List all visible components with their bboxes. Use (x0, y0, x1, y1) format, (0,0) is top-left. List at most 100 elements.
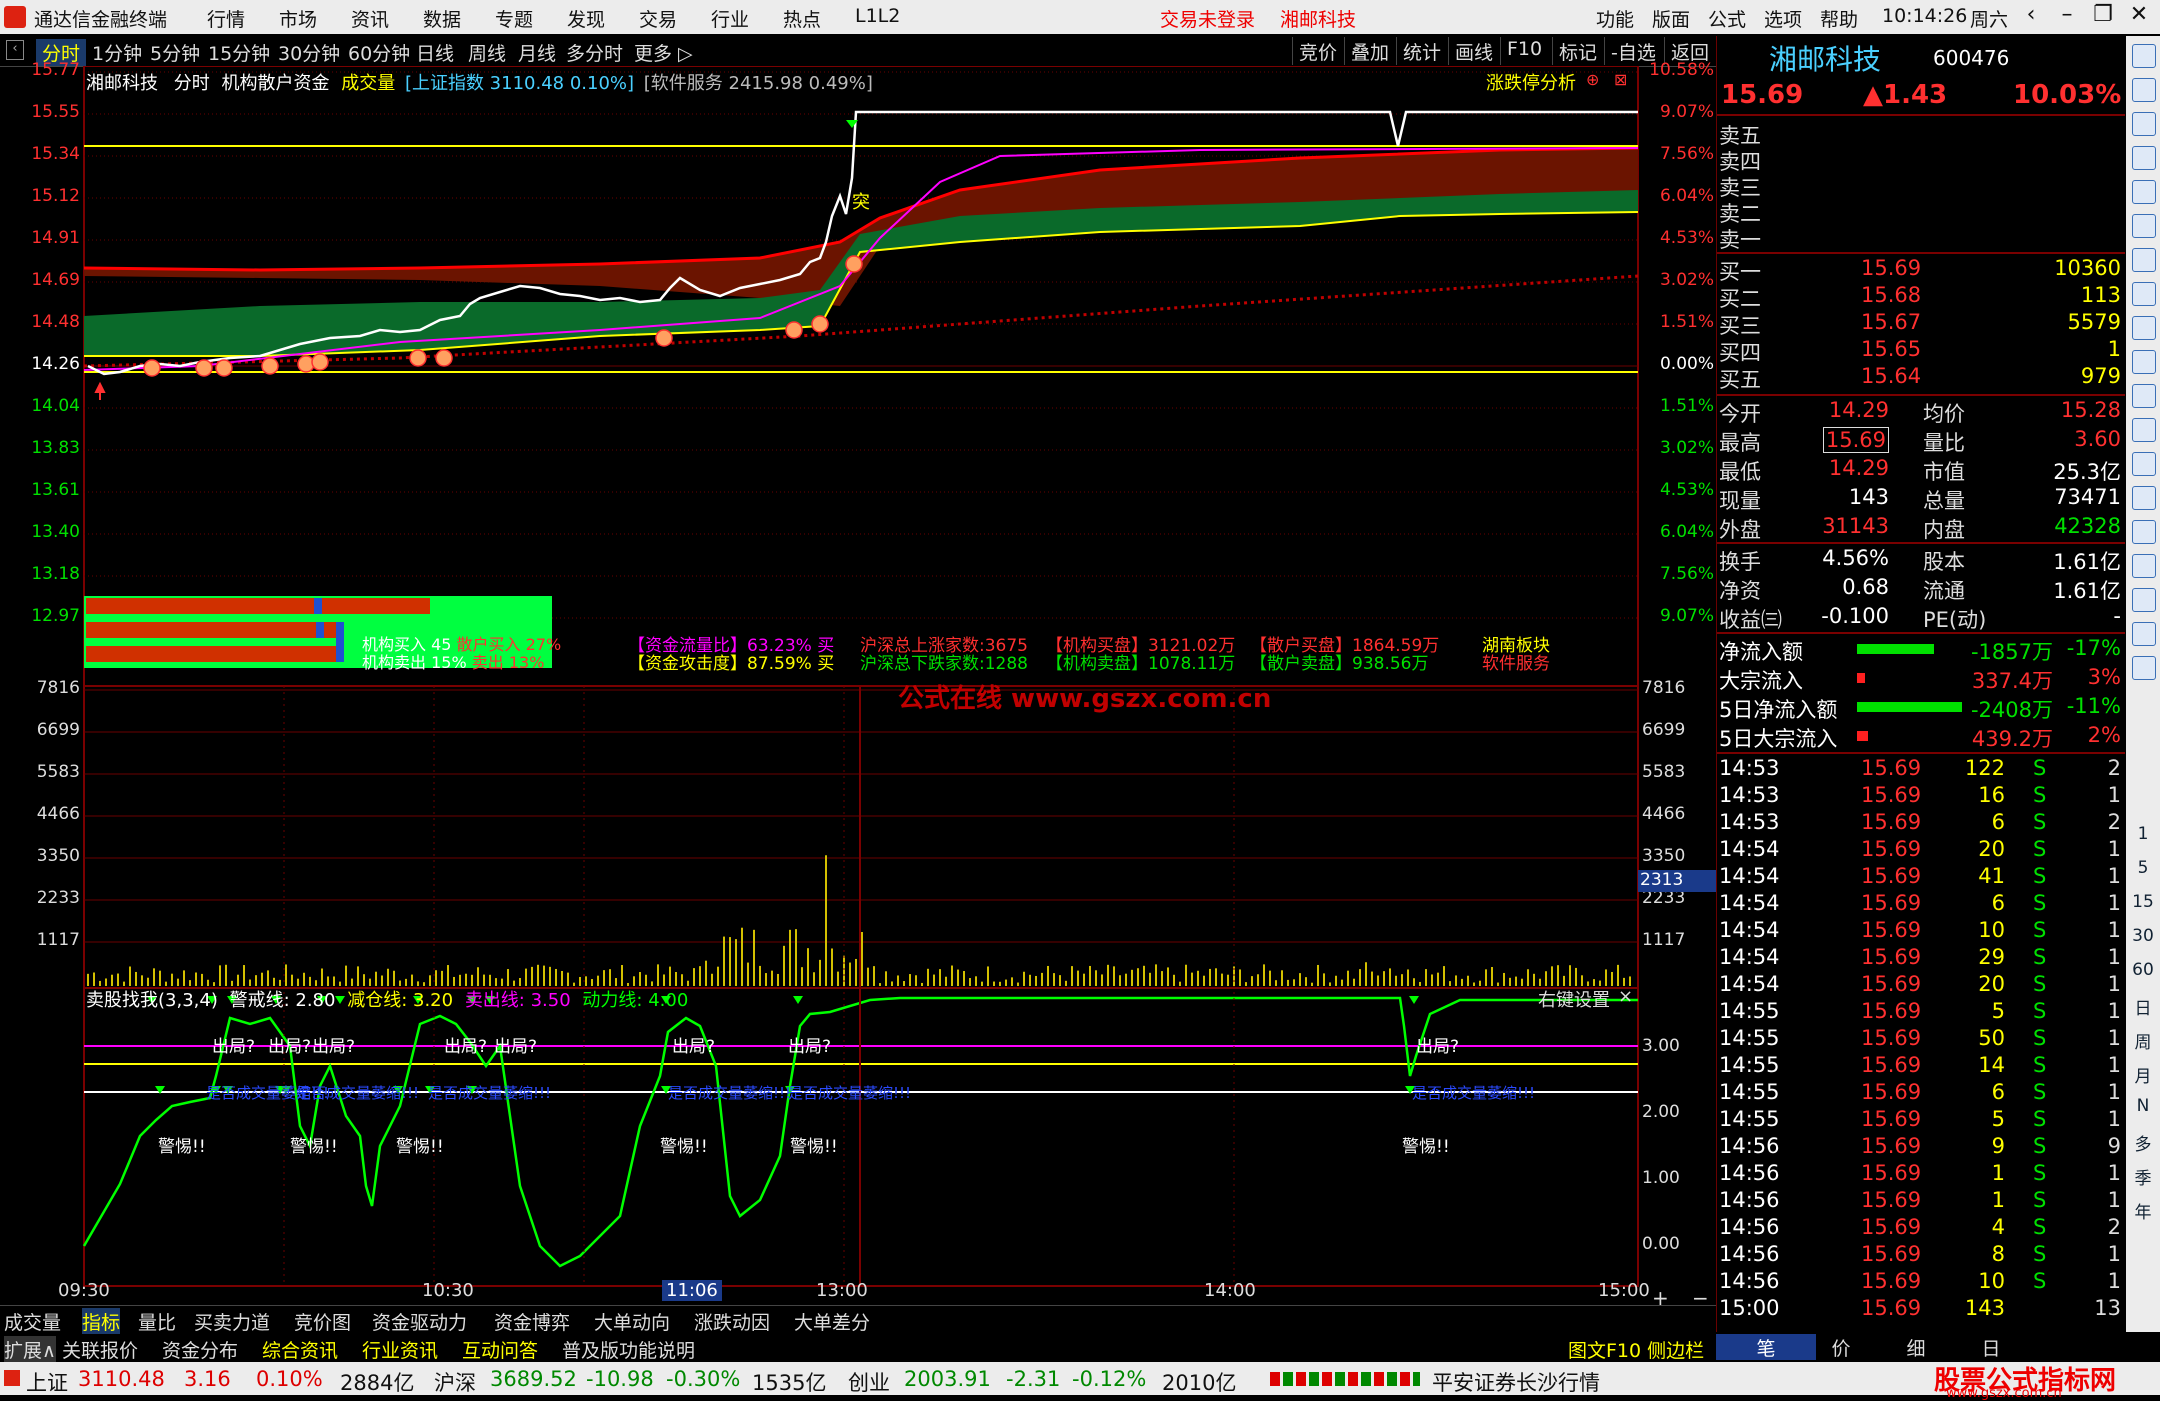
menu-item[interactable]: 版面 (1652, 5, 1690, 32)
sidebar-period[interactable]: 周 (2126, 1028, 2160, 1053)
indicator-tab[interactable]: 买卖力道 (194, 1308, 270, 1335)
buy-level[interactable]: 买二 15.68 113 (1717, 283, 2125, 311)
toolbar-button[interactable]: 统计 (1396, 37, 1447, 65)
buy-level[interactable]: 买四 15.65 1 (1717, 337, 2125, 365)
more-periods-button[interactable]: 更多 ▷ (634, 39, 693, 66)
f12-icon[interactable] (2132, 418, 2156, 442)
minimize-icon[interactable]: – (2048, 2, 2086, 32)
period-tab[interactable]: 月线 (518, 39, 556, 66)
indicator-name[interactable]: 卖股找我(3,3,4) (86, 990, 218, 1011)
sell-level[interactable]: 卖五 (1717, 120, 2125, 148)
detail-tab[interactable]: 笔 (1716, 1334, 1816, 1360)
toolbar-button[interactable]: 竞价 (1292, 37, 1343, 65)
sidebar-period[interactable]: 月 (2126, 1062, 2160, 1087)
sector-quote[interactable]: [软件服务 2415.98 0.49%] (644, 73, 873, 94)
f10-icon[interactable] (2132, 316, 2156, 340)
toolbar-button[interactable]: 画线 (1448, 37, 1499, 65)
sell-level[interactable]: 卖三 (1717, 172, 2125, 200)
buy-level[interactable]: 买三 15.67 5579 (1717, 310, 2125, 338)
chart-small-icon[interactable] (2132, 656, 2156, 680)
menu-item[interactable]: 选项 (1764, 5, 1802, 32)
info-tab[interactable]: 资金分布 (162, 1336, 238, 1363)
sidebar-period[interactable]: N (2126, 1096, 2160, 1116)
close-icon[interactable]: ✕ (2120, 2, 2158, 32)
period-tab[interactable]: 日线 (416, 39, 454, 66)
sh-label[interactable]: 上证 (26, 1367, 68, 1397)
right-click-settings[interactable]: 右键设置 (1538, 986, 1610, 1012)
limit-analysis-button[interactable]: 涨跌停分析 (1486, 69, 1576, 95)
indicator-tab[interactable]: 大单差分 (794, 1308, 870, 1335)
sidebar-period[interactable]: 1 (2126, 824, 2160, 844)
sidebar-period[interactable]: 60 (2126, 960, 2160, 980)
pen-icon[interactable] (2132, 588, 2156, 612)
bar-icon[interactable] (2132, 520, 2156, 544)
period-tab[interactable]: 30分钟 (278, 39, 340, 66)
period-tab[interactable]: 5分钟 (150, 39, 200, 66)
buy-level[interactable]: 买五 15.64 979 (1717, 364, 2125, 392)
candle-icon[interactable] (2132, 248, 2156, 272)
indicator-tab[interactable]: 竞价图 (294, 1308, 351, 1335)
period-tab[interactable]: 多分时 (566, 39, 623, 66)
percent-icon[interactable] (2132, 554, 2156, 578)
sell-level[interactable]: 卖一 (1717, 224, 2125, 252)
toolbar-button[interactable]: 叠加 (1344, 37, 1395, 65)
f10-sidebar-toggle[interactable]: 图文F10 侧边栏 《 (1568, 1336, 1729, 1363)
list-icon[interactable] (2132, 146, 2156, 170)
down-arrow-icon[interactable] (2132, 112, 2156, 136)
menu-item[interactable]: 功能 (1596, 5, 1634, 32)
toolbar-button[interactable]: 标记 (1552, 37, 1603, 65)
buy-level[interactable]: 买一 15.69 10360 (1717, 256, 2125, 284)
indicator-tab[interactable]: 成交量 (4, 1308, 61, 1335)
back-icon[interactable]: ‹ (2012, 2, 2050, 32)
sidebar-period[interactable]: 5 (2126, 858, 2160, 878)
indicator-tab[interactable]: 涨跌动因 (694, 1308, 770, 1335)
grid-icon[interactable] (2132, 180, 2156, 204)
info-tab[interactable]: 扩展∧ (4, 1336, 56, 1363)
info-tab[interactable]: 行业资讯 (362, 1336, 438, 1363)
menu-item[interactable]: 资讯 (351, 5, 389, 32)
menu-item[interactable]: 数据 (423, 5, 461, 32)
period-tab[interactable]: 周线 (468, 39, 506, 66)
menu-item[interactable]: 帮助 (1820, 5, 1858, 32)
sell-level[interactable]: 卖二 (1717, 198, 2125, 226)
indicator-tab[interactable]: 资金驱动力 (372, 1308, 467, 1335)
menu-item[interactable]: 热点 (783, 5, 821, 32)
indicator-tab[interactable]: 资金博弈 (494, 1308, 570, 1335)
period-tab[interactable]: 15分钟 (208, 39, 270, 66)
detail-tab[interactable]: 日 (1966, 1334, 2016, 1360)
info-tab[interactable]: 综合资讯 (262, 1336, 338, 1363)
cy-label[interactable]: 创业 (848, 1367, 890, 1397)
period-tab[interactable]: 1分钟 (92, 39, 142, 66)
up-arrow-icon[interactable] (2132, 44, 2156, 68)
gear-icon[interactable]: ⊕ (1586, 70, 1599, 89)
menu-item[interactable]: 市场 (279, 5, 317, 32)
news-icon[interactable] (2132, 282, 2156, 306)
sector-industry[interactable]: 软件服务 (1482, 649, 1550, 674)
close-icon[interactable]: ⊠ (1614, 70, 1627, 89)
login-status[interactable]: 交易未登录 (1160, 5, 1255, 32)
indicator-tab[interactable]: 量比 (138, 1308, 176, 1335)
sidebar-period[interactable]: 15 (2126, 892, 2160, 912)
f5-icon[interactable] (2132, 622, 2156, 646)
info-tab[interactable]: 互动问答 (462, 1336, 538, 1363)
circle-icon[interactable] (2132, 452, 2156, 476)
sidebar-period[interactable]: 年 (2126, 1198, 2160, 1223)
detail-tab[interactable]: 价 (1816, 1334, 1866, 1360)
sidebar-period[interactable]: 30 (2126, 926, 2160, 946)
close-icon[interactable]: × (1618, 986, 1633, 1007)
menu-item[interactable]: 发现 (567, 5, 605, 32)
up-arrow-icon[interactable] (2132, 78, 2156, 102)
menu-item[interactable]: L1L2 (855, 5, 900, 27)
table-icon[interactable] (2132, 384, 2156, 408)
sell-level[interactable]: 卖四 (1717, 146, 2125, 174)
sidebar-period[interactable]: 日 (2126, 994, 2160, 1019)
menu-item[interactable]: 公式 (1708, 5, 1746, 32)
menu-item[interactable]: 交易 (639, 5, 677, 32)
menu-item[interactable]: 行情 (207, 5, 245, 32)
info-tab[interactable]: 关联报价 (62, 1336, 138, 1363)
index-quote[interactable]: [上证指数 3110.48 0.10%] (405, 73, 634, 94)
menu-item[interactable]: 专题 (495, 5, 533, 32)
toolbar-button[interactable]: F10 (1500, 37, 1548, 65)
menu-item[interactable]: 行业 (711, 5, 749, 32)
info-tab[interactable]: 普及版功能说明 (562, 1336, 695, 1363)
